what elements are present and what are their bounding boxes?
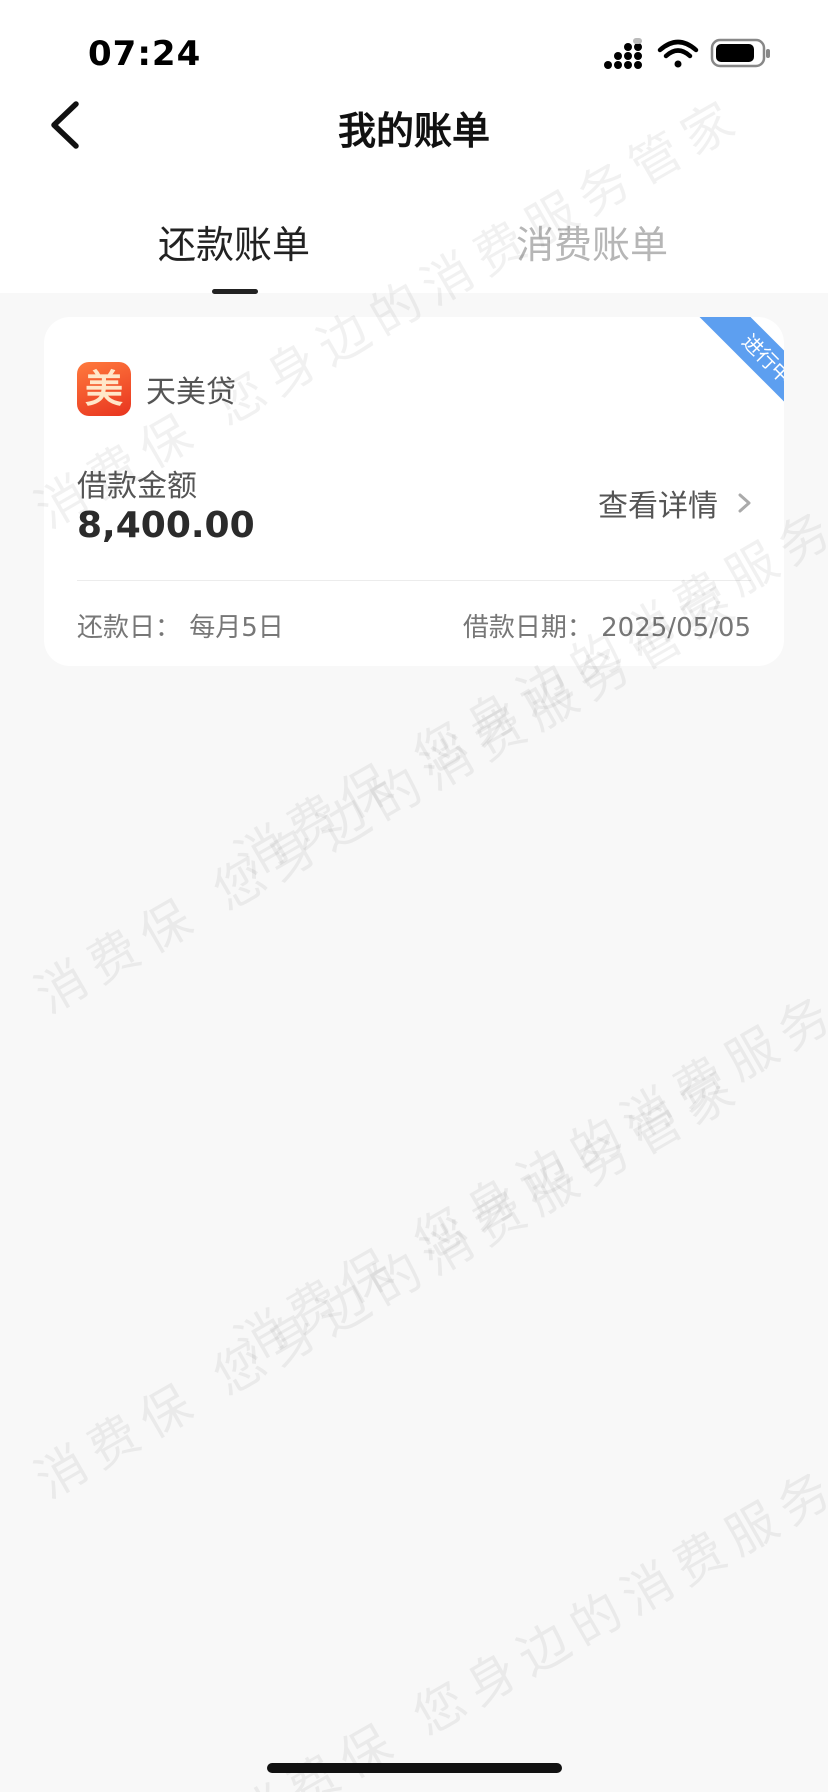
wifi-icon [657,39,699,68]
tab-repayment-bills[interactable]: 还款账单 [158,214,310,269]
view-details-label: 查看详情 [598,489,718,524]
battery-icon [710,38,770,68]
card-divider [77,580,751,581]
brand-logo: 美 [77,362,131,416]
status-ribbon: 进行中 [674,317,784,427]
loan-amount-value: 8,400.00 [77,505,255,546]
loan-amount-label: 借款金额 [77,469,197,504]
loan-bill-card[interactable]: 进行中 美 天美贷 借款金额 8,400.00 查看详情 还款日： 每月5日 借… [44,317,784,666]
status-bar: 07:24 [0,0,828,100]
loan-date: 借款日期： 2025/05/05 [462,613,751,643]
navigation-bar: 我的账单 [0,90,828,200]
tab-consumption-bills[interactable]: 消费账单 [516,214,668,269]
watermark-text: 消费保 您身边的消费服务管家 [225,921,828,1375]
status-time: 07:24 [88,34,202,74]
status-icons [604,38,770,69]
repayment-day: 还款日： 每月5日 [77,613,284,643]
bill-tabs: 还款账单 消费账单 [0,200,828,294]
watermark-text: 消费保 您身边的消费服务管家 [225,1396,828,1792]
brand-name: 天美贷 [146,375,236,410]
page-title: 我的账单 [337,109,490,153]
chevron-right-icon [738,493,751,513]
watermark-text: 消费保 您身边的消费服务管家 [25,1056,753,1510]
view-details-link[interactable]: 查看详情 [598,483,756,524]
card-footer: 还款日： 每月5日 借款日期： 2025/05/05 [77,607,751,647]
home-indicator[interactable] [267,1763,562,1773]
cellular-signal-icon [604,38,642,69]
active-tab-indicator [212,289,258,294]
status-ribbon-label: 进行中 [694,317,784,427]
